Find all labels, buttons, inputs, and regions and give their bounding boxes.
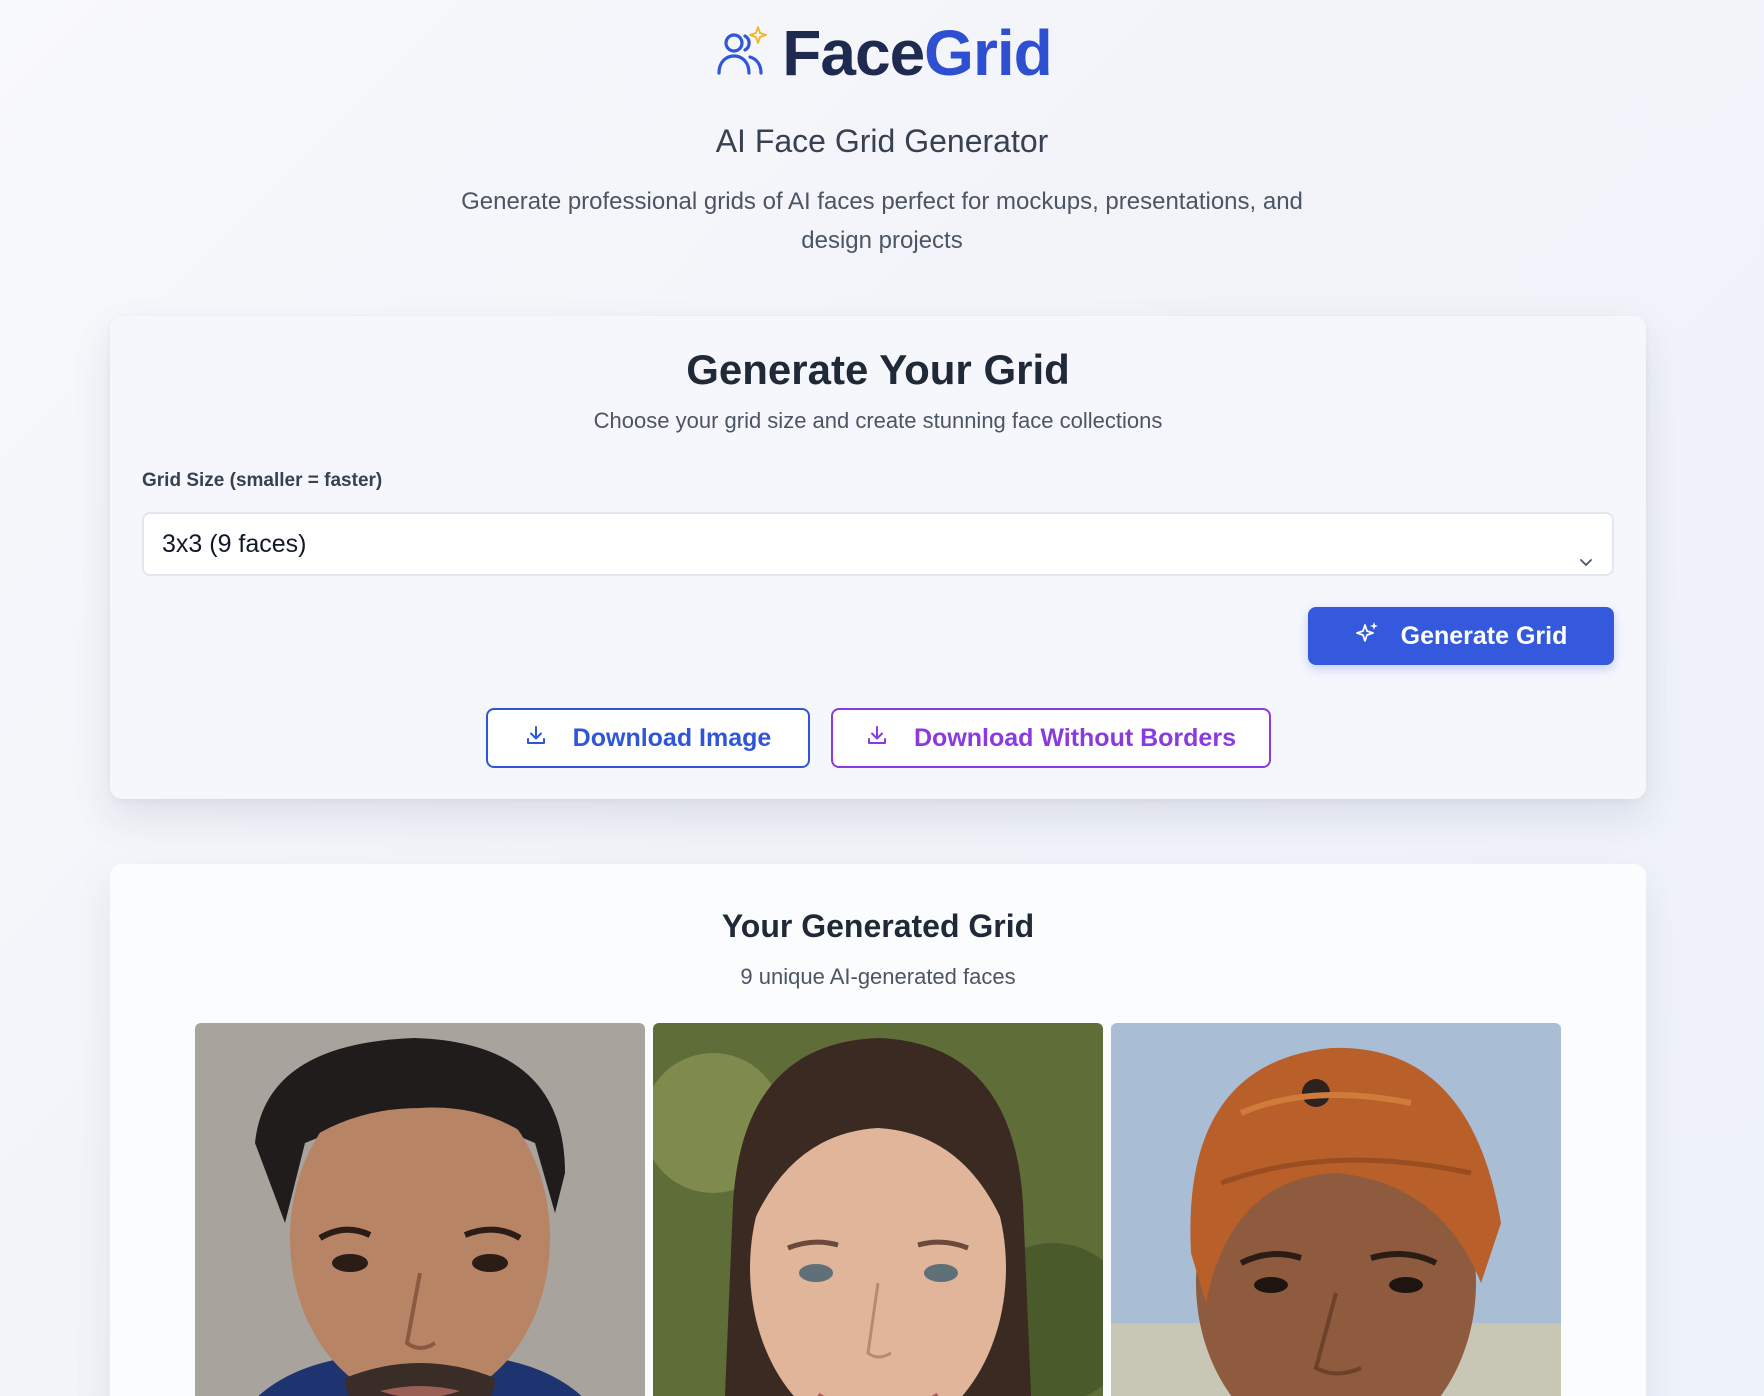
brand: FaceGrid xyxy=(712,14,1053,92)
description: Generate professional grids of AI faces … xyxy=(461,188,1303,254)
brand-name: FaceGrid xyxy=(782,14,1053,92)
generate-grid-button[interactable]: Generate Grid xyxy=(1308,607,1614,665)
face-image xyxy=(195,1023,645,1396)
generator-card: Generate Your Grid Choose your grid size… xyxy=(110,316,1646,799)
generator-subtitle: Choose your grid size and create stunnin… xyxy=(593,408,1163,433)
grid-size-value: 3x3 (9 faces) xyxy=(162,530,307,558)
chevron-down-icon xyxy=(1576,534,1596,566)
download-image-button[interactable]: Download Image xyxy=(486,708,810,768)
page: FaceGrid AI Face Grid Generator Generate… xyxy=(0,0,1764,1396)
grid-size-select[interactable]: 3x3 (9 faces) xyxy=(142,512,1614,576)
download-image-label: Download Image xyxy=(572,723,772,752)
results-card: Your Generated Grid 9 unique AI-generate… xyxy=(110,864,1646,1396)
users-sparkle-icon xyxy=(712,25,768,81)
generator-title: Generate Your Grid xyxy=(686,346,1070,393)
header: FaceGrid AI Face Grid Generator Generate… xyxy=(0,14,1764,260)
sparkles-icon xyxy=(1355,621,1379,652)
download-icon xyxy=(525,724,547,753)
brand-name-first: Face xyxy=(782,17,925,89)
results-subtitle: 9 unique AI-generated faces xyxy=(740,964,1016,989)
face-image xyxy=(1111,1023,1561,1396)
download-without-borders-button[interactable]: Download Without Borders xyxy=(831,708,1271,768)
tagline: AI Face Grid Generator xyxy=(715,123,1049,159)
results-title: Your Generated Grid xyxy=(721,908,1035,944)
grid-size-label: Grid Size (smaller = faster) xyxy=(142,470,383,491)
download-icon xyxy=(866,724,888,753)
download-without-borders-label: Download Without Borders xyxy=(914,723,1236,752)
generate-grid-label: Generate Grid xyxy=(1400,621,1568,650)
face-image xyxy=(653,1023,1103,1396)
brand-name-second: Grid xyxy=(924,17,1053,89)
